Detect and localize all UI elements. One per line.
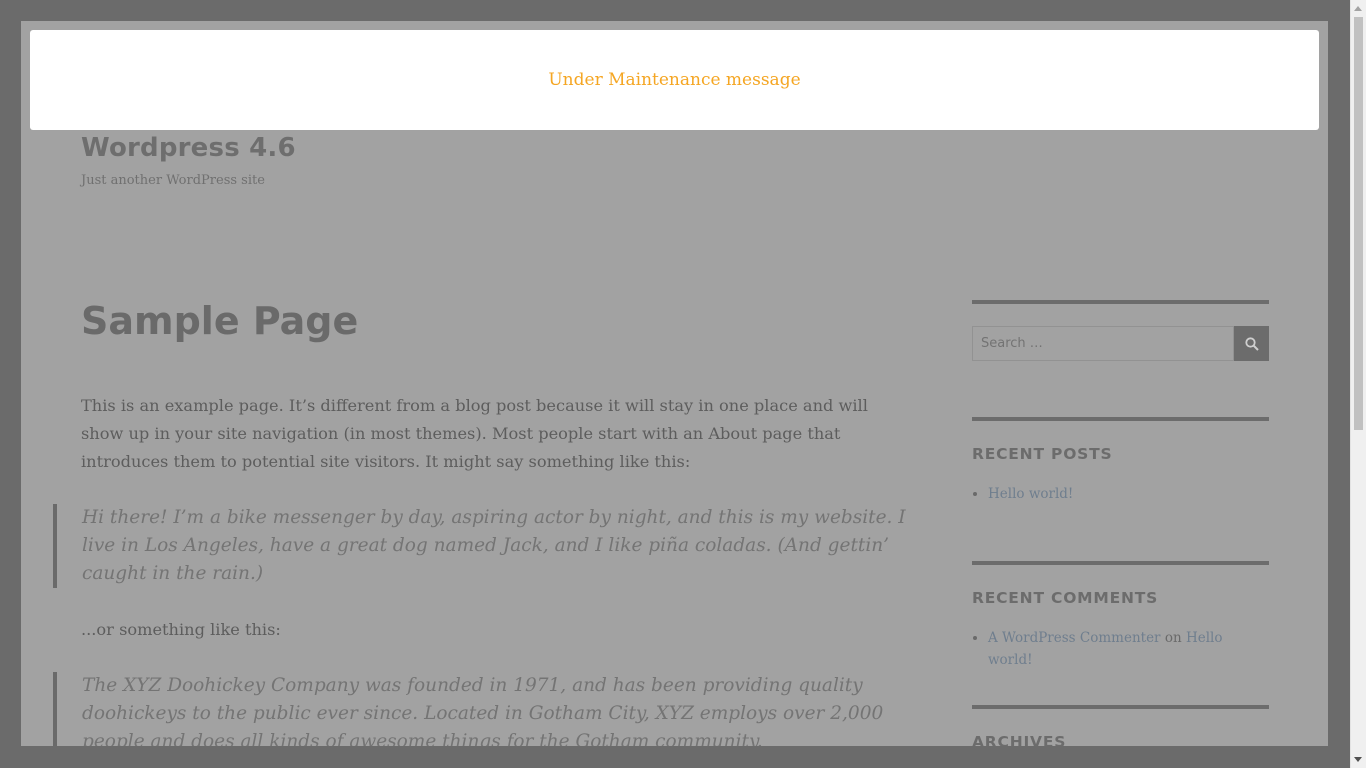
vertical-scrollbar[interactable] xyxy=(1350,0,1366,768)
page-content: This is an example page. It’s different … xyxy=(53,392,913,746)
scrollbar-thumb[interactable] xyxy=(1354,17,1363,430)
recent-posts-widget: RECENT POSTS Hello world! xyxy=(972,417,1269,561)
recent-comments-title: RECENT COMMENTS xyxy=(972,589,1159,607)
search-widget: Search … xyxy=(972,300,1269,361)
site-description: Just another WordPress site xyxy=(81,173,265,188)
recent-post-link[interactable]: Hello world! xyxy=(988,486,1073,502)
quote-xyz-company: The XYZ Doohickey Company was founded in… xyxy=(53,672,913,746)
page-title: Sample Page xyxy=(81,299,359,343)
archives-title: ARCHIVES xyxy=(972,733,1067,746)
search-button[interactable] xyxy=(1234,326,1269,361)
sidebar: Search … RECENT POSTS Hello world! RECEN… xyxy=(972,300,1269,746)
scroll-up-arrow-icon[interactable] xyxy=(1354,6,1362,11)
transition-paragraph: ...or something like this: xyxy=(81,620,281,639)
comment-author-link[interactable]: A WordPress Commenter xyxy=(988,630,1161,646)
scroll-down-arrow-icon[interactable] xyxy=(1354,757,1362,762)
recent-comments-list: A WordPress Commenter on Hello world! xyxy=(972,627,1269,671)
recent-comments-widget: RECENT COMMENTS A WordPress Commenter on… xyxy=(972,561,1269,705)
list-item: A WordPress Commenter on Hello world! xyxy=(988,627,1269,671)
archives-widget: ARCHIVES xyxy=(972,705,1269,746)
search-input[interactable]: Search … xyxy=(972,326,1234,361)
list-item: Hello world! xyxy=(988,483,1269,505)
recent-posts-list: Hello world! xyxy=(972,483,1269,505)
recent-posts-title: RECENT POSTS xyxy=(972,445,1113,463)
quote-bike-messenger: Hi there! I’m a bike messenger by day, a… xyxy=(53,504,913,588)
maintenance-message: Under Maintenance message xyxy=(548,70,801,90)
intro-paragraph: This is an example page. It’s different … xyxy=(81,396,868,471)
search-icon xyxy=(1244,336,1259,351)
site-title[interactable]: Wordpress 4.6 xyxy=(81,133,296,163)
comment-connector: on xyxy=(1164,630,1182,646)
maintenance-banner: Under Maintenance message xyxy=(30,30,1319,130)
